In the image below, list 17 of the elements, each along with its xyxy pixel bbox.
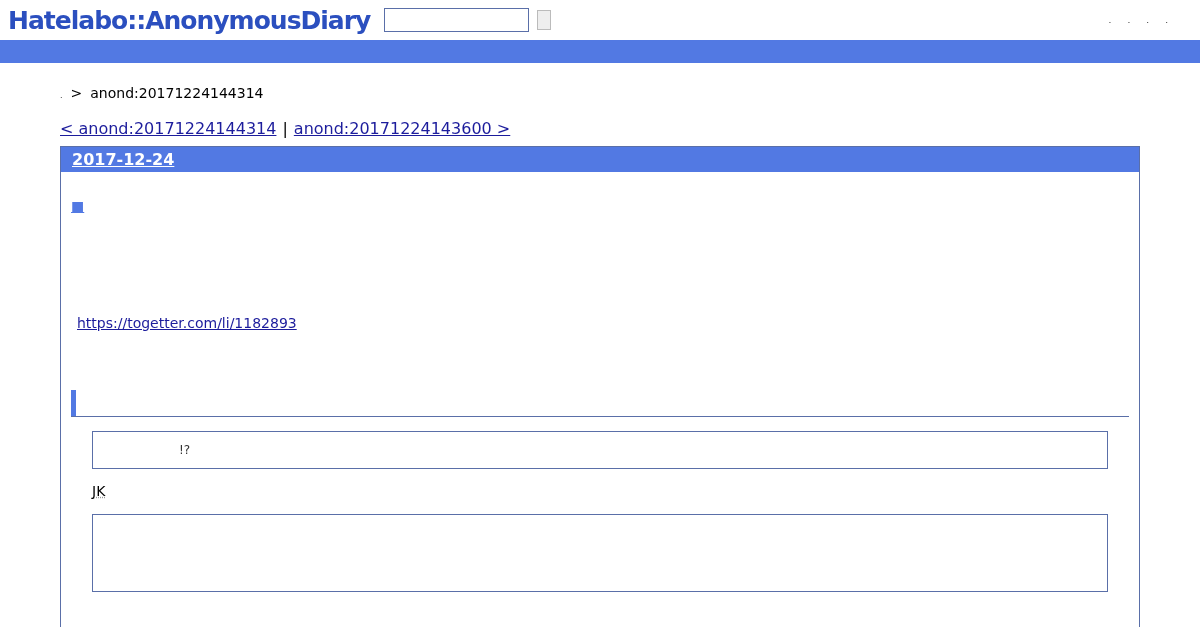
site-logo[interactable]: Hatelabo::AnonymousDiary <box>8 5 371 35</box>
search-field[interactable] <box>384 8 530 32</box>
prev-entry-link[interactable]: < anond:20171224144314 <box>60 119 277 138</box>
entry-title-link[interactable]: ■ <box>71 198 85 214</box>
home-link[interactable]: . <box>60 91 63 100</box>
date-link[interactable]: 2017-12-24 <box>72 150 175 169</box>
header-link[interactable]: . <box>1165 15 1168 25</box>
quote-text: !? <box>179 443 191 457</box>
pager-separator: | <box>282 119 288 138</box>
breadcrumb-current: anond:20171224144314 <box>90 85 264 101</box>
togetter-link[interactable]: https://togetter.com/li/1182893 <box>77 315 297 331</box>
header-link[interactable]: . <box>1127 15 1131 25</box>
next-entry-link[interactable]: anond:20171224143600 > <box>293 119 511 138</box>
header-link[interactable]: . <box>1108 15 1112 25</box>
breadcrumb-separator: > <box>70 85 83 101</box>
header-link[interactable]: . <box>1146 15 1150 25</box>
keyword-link[interactable]: JK <box>92 483 106 499</box>
